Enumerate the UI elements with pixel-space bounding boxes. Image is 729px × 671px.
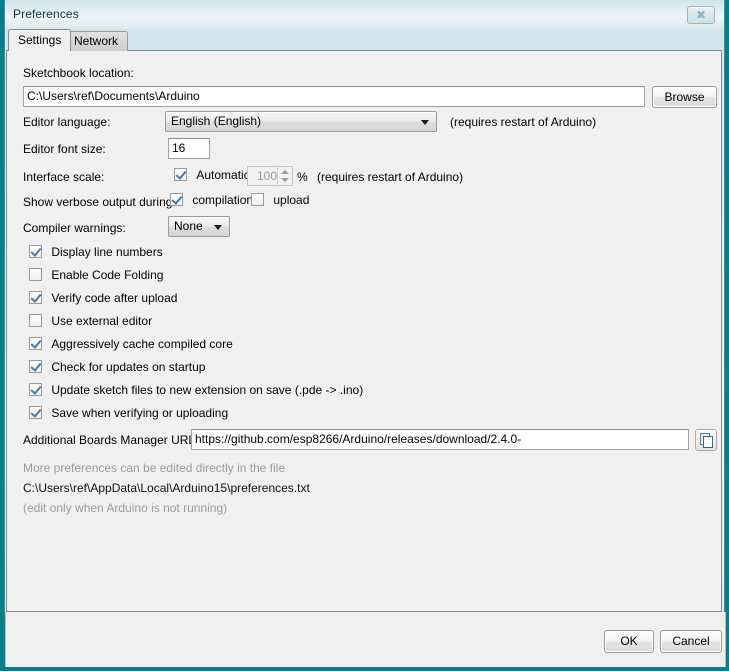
checkbox-label: Display line numbers	[51, 245, 163, 259]
checkbox-save-when-verifying-or-uploading[interactable]: Save when verifying or uploading	[29, 406, 228, 420]
checkbox-check-for-updates-on-startup[interactable]: Check for updates on startup	[29, 360, 205, 374]
checkbox-label: Enable Code Folding	[51, 268, 164, 282]
boards-manager-urls-label: Additional Boards Manager URLs:	[23, 433, 205, 447]
ok-button[interactable]: OK	[604, 630, 654, 653]
browse-button[interactable]: Browse	[652, 86, 717, 108]
chevron-down-icon	[421, 119, 429, 125]
compiler-warnings-label: Compiler warnings:	[23, 221, 126, 235]
edit-list-icon-front	[703, 436, 713, 448]
compiler-warnings-select[interactable]: None	[168, 216, 230, 237]
tab-network[interactable]: Network	[64, 31, 129, 51]
boards-manager-urls-input[interactable]: https://github.com/esp8266/Arduino/relea…	[191, 429, 689, 450]
interface-scale-label: Interface scale:	[23, 170, 105, 184]
interface-scale-automatic-row[interactable]: Automatic	[174, 168, 250, 182]
settings-panel: Sketchbook location: C:\Users\ref\Docume…	[6, 50, 722, 612]
editor-font-size-label: Editor font size:	[23, 142, 106, 156]
checkbox-label: Update sketch files to new extension on …	[51, 383, 364, 397]
tab-strip: Settings Network	[6, 29, 722, 51]
settings-panel-inner: Sketchbook location: C:\Users\ref\Docume…	[7, 51, 721, 611]
verbose-compilation-label: compilation	[192, 193, 254, 207]
editor-language-select[interactable]: English (English)	[165, 111, 437, 132]
enable-code-folding-checkbox[interactable]	[29, 268, 42, 281]
checkbox-aggressively-cache-compiled-core[interactable]: Aggressively cache compiled core	[29, 337, 233, 351]
checkbox-label: Aggressively cache compiled core	[51, 337, 233, 351]
checkbox-enable-code-folding[interactable]: Enable Code Folding	[29, 268, 163, 282]
aggressively-cache-compiled-core-checkbox[interactable]	[29, 337, 42, 350]
use-external-editor-checkbox[interactable]	[29, 314, 42, 327]
title-bar[interactable]: Preferences ✖	[5, 1, 724, 29]
interface-scale-automatic-label: Automatic	[196, 168, 250, 182]
interface-scale-percent-label: %	[297, 170, 308, 184]
checkbox-label: Verify code after upload	[51, 291, 178, 305]
checkbox-verify-code-after-upload[interactable]: Verify code after upload	[29, 291, 177, 305]
editor-font-size-input[interactable]: 16	[168, 138, 210, 159]
checkbox-label: Save when verifying or uploading	[51, 406, 229, 420]
checkbox-use-external-editor[interactable]: Use external editor	[29, 314, 152, 328]
checkbox-label: Check for updates on startup	[51, 360, 206, 374]
cancel-button[interactable]: Cancel	[660, 630, 722, 653]
display-line-numbers-checkbox[interactable]	[29, 245, 42, 258]
interface-scale-automatic-checkbox[interactable]	[174, 168, 187, 181]
interface-scale-value: 100	[256, 169, 277, 183]
verbose-compilation-checkbox[interactable]	[170, 193, 183, 206]
boards-manager-urls-edit-button[interactable]	[695, 429, 717, 451]
tab-network-label: Network	[74, 34, 119, 48]
preferences-window: Preferences ✖ Settings Network Sketchboo…	[0, 0, 729, 671]
verbose-output-label: Show verbose output during:	[23, 195, 176, 209]
caret-up-icon[interactable]	[281, 170, 289, 174]
checkbox-label: Use external editor	[51, 314, 153, 328]
window-title: Preferences	[13, 7, 79, 21]
close-button[interactable]: ✖	[687, 6, 715, 24]
caret-down-icon[interactable]	[281, 178, 289, 182]
preferences-file-path: C:\Users\ref\AppData\Local\Arduino15\pre…	[23, 481, 310, 495]
interface-scale-stepper[interactable]: 100	[247, 166, 293, 186]
sketchbook-location-input[interactable]: C:\Users\ref\Documents\Arduino	[23, 86, 645, 107]
chevron-down-icon	[214, 224, 222, 230]
close-icon: ✖	[695, 8, 707, 22]
interface-scale-note: (requires restart of Arduino)	[317, 170, 464, 184]
check-for-updates-on-startup-checkbox[interactable]	[29, 360, 42, 373]
save-when-verifying-checkbox[interactable]	[29, 406, 42, 419]
tab-settings-label: Settings	[18, 33, 62, 47]
editor-language-label: Editor language:	[23, 115, 111, 129]
sketchbook-location-label: Sketchbook location:	[23, 66, 134, 80]
checkbox-update-sketch-files-extension[interactable]: Update sketch files to new extension on …	[29, 383, 363, 397]
compiler-warnings-value: None	[174, 219, 203, 233]
dialog-button-bar: OK Cancel	[5, 612, 726, 667]
update-sketch-files-extension-checkbox[interactable]	[29, 383, 42, 396]
verbose-upload-row[interactable]: upload	[251, 193, 309, 207]
preferences-file-note-line3: (edit only when Arduino is not running)	[23, 501, 228, 515]
verbose-compilation-row[interactable]: compilation	[170, 193, 253, 207]
verbose-upload-label: upload	[273, 193, 310, 207]
verify-code-after-upload-checkbox[interactable]	[29, 291, 42, 304]
verbose-upload-checkbox[interactable]	[251, 193, 264, 206]
checkbox-display-line-numbers[interactable]: Display line numbers	[29, 245, 163, 259]
editor-language-note: (requires restart of Arduino)	[450, 115, 597, 129]
editor-language-value: English (English)	[171, 114, 262, 128]
tab-settings[interactable]: Settings	[8, 29, 72, 51]
preferences-file-note-line1: More preferences can be edited directly …	[23, 461, 286, 475]
interface-scale-stepper-buttons[interactable]	[277, 167, 292, 185]
